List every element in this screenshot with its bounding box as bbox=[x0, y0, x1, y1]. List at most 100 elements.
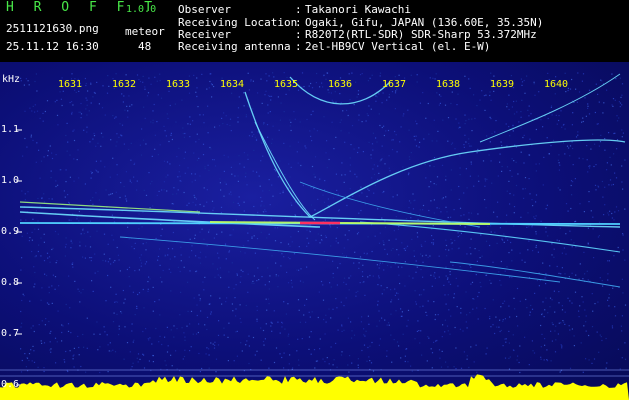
noise-speck bbox=[587, 107, 589, 109]
noise-speck bbox=[216, 233, 218, 235]
noise-speck bbox=[195, 91, 197, 93]
noise-speck bbox=[50, 348, 52, 350]
noise-speck bbox=[260, 231, 262, 233]
noise-speck bbox=[459, 207, 462, 209]
noise-speck bbox=[337, 242, 339, 244]
noise-speck bbox=[508, 368, 511, 370]
noise-speck bbox=[488, 154, 490, 156]
noise-speck bbox=[612, 98, 615, 100]
noise-speck bbox=[542, 301, 544, 303]
noise-speck bbox=[63, 359, 65, 361]
noise-speck bbox=[317, 233, 319, 235]
noise-speck bbox=[199, 300, 201, 302]
noise-speck bbox=[489, 141, 491, 143]
noise-speck bbox=[348, 371, 350, 373]
noise-speck bbox=[462, 330, 464, 332]
noise-speck bbox=[569, 329, 571, 331]
noise-speck bbox=[450, 238, 452, 240]
noise-speck bbox=[293, 253, 296, 255]
noise-speck bbox=[173, 336, 175, 338]
noise-speck bbox=[558, 291, 560, 293]
noise-speck bbox=[238, 96, 240, 98]
noise-speck bbox=[72, 130, 74, 132]
noise-speck bbox=[267, 136, 269, 138]
noise-speck bbox=[535, 244, 537, 247]
noise-speck bbox=[348, 289, 350, 291]
noise-speck bbox=[125, 198, 127, 200]
noise-speck bbox=[371, 143, 374, 145]
noise-speck bbox=[43, 201, 45, 203]
noise-speck bbox=[337, 193, 339, 195]
noise-speck bbox=[484, 109, 486, 111]
noise-speck bbox=[614, 99, 616, 101]
noise-speck bbox=[455, 368, 457, 370]
noise-speck bbox=[367, 188, 369, 190]
noise-speck bbox=[26, 232, 28, 234]
noise-speck bbox=[351, 337, 353, 339]
noise-speck bbox=[130, 182, 133, 184]
noise-speck bbox=[343, 329, 345, 331]
info-label: Receiving antenna bbox=[178, 40, 291, 53]
noise-speck bbox=[503, 241, 505, 243]
noise-speck bbox=[513, 297, 515, 299]
noise-speck bbox=[511, 106, 513, 108]
noise-speck bbox=[606, 362, 608, 364]
noise-speck bbox=[334, 91, 336, 93]
noise-speck bbox=[371, 250, 373, 253]
noise-speck bbox=[374, 235, 376, 237]
noise-speck bbox=[624, 159, 626, 161]
noise-speck bbox=[217, 344, 220, 346]
noise-speck bbox=[438, 207, 440, 209]
noise-speck bbox=[86, 126, 88, 128]
noise-speck bbox=[116, 246, 118, 249]
noise-speck bbox=[264, 338, 266, 340]
noise-speck bbox=[40, 340, 42, 342]
noise-speck bbox=[470, 266, 472, 268]
noise-speck bbox=[428, 209, 430, 212]
noise-speck bbox=[398, 345, 400, 347]
noise-speck bbox=[558, 119, 560, 122]
noise-speck bbox=[366, 253, 368, 256]
noise-speck bbox=[572, 181, 574, 183]
noise-speck bbox=[436, 339, 438, 342]
noise-speck bbox=[395, 238, 397, 240]
noise-speck bbox=[563, 142, 565, 144]
noise-speck bbox=[282, 191, 284, 194]
noise-speck bbox=[107, 371, 109, 373]
noise-speck bbox=[287, 243, 290, 245]
noise-speck bbox=[252, 108, 254, 110]
noise-speck bbox=[433, 301, 435, 303]
noise-speck bbox=[335, 173, 337, 175]
noise-speck bbox=[78, 354, 80, 356]
noise-speck bbox=[217, 274, 219, 276]
noise-speck bbox=[474, 117, 476, 120]
noise-speck bbox=[64, 255, 66, 257]
noise-speck bbox=[428, 133, 430, 135]
noise-speck bbox=[35, 73, 37, 75]
noise-speck bbox=[121, 93, 123, 95]
noise-speck bbox=[399, 282, 401, 285]
noise-speck bbox=[22, 155, 24, 157]
noise-speck bbox=[434, 314, 437, 316]
noise-speck bbox=[35, 210, 37, 212]
noise-speck bbox=[528, 154, 531, 156]
noise-speck bbox=[237, 175, 239, 177]
time-tick-label: 1631 bbox=[58, 79, 83, 90]
noise-speck bbox=[355, 81, 357, 83]
noise-speck bbox=[231, 92, 233, 94]
noise-speck bbox=[424, 163, 426, 166]
noise-speck bbox=[40, 160, 43, 162]
noise-speck bbox=[381, 145, 383, 147]
noise-speck bbox=[160, 235, 162, 237]
noise-speck bbox=[83, 346, 85, 348]
noise-speck bbox=[103, 253, 105, 255]
noise-speck bbox=[469, 175, 471, 177]
noise-speck bbox=[208, 210, 211, 212]
noise-speck bbox=[518, 361, 520, 364]
noise-speck bbox=[134, 270, 136, 272]
noise-speck bbox=[602, 196, 604, 198]
noise-speck bbox=[109, 342, 111, 344]
noise-speck bbox=[143, 367, 146, 369]
noise-speck bbox=[65, 243, 67, 245]
info-value: 2el-HB9CV Vertical (el. E-W) bbox=[305, 40, 491, 53]
